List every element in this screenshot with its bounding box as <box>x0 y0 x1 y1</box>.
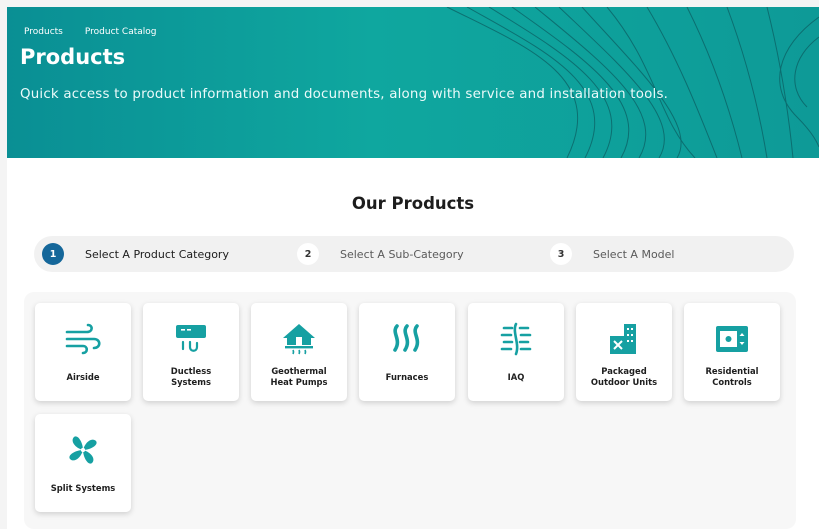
packaged-unit-icon <box>604 321 644 357</box>
category-card-geothermal-heat-pumps[interactable]: Geothermal Heat Pumps <box>251 303 347 401</box>
category-label: Airside <box>66 371 100 382</box>
heat-waves-icon <box>387 321 427 357</box>
section-title: Our Products <box>351 194 475 213</box>
step-3[interactable]: 3 Select A Model <box>550 236 674 272</box>
wind-icon <box>63 321 103 357</box>
breadcrumb-products[interactable]: Products <box>24 27 63 37</box>
page-title: Products <box>20 45 126 69</box>
step-2[interactable]: 2 Select A Sub-Category <box>297 236 464 272</box>
category-card-residential-controls[interactable]: Residential Controls <box>684 303 780 401</box>
category-label: Furnaces <box>385 371 429 382</box>
ductless-unit-icon <box>171 321 211 357</box>
step-number: 3 <box>550 243 572 265</box>
hero-banner: Products Product Catalog Products Quick … <box>7 7 819 158</box>
fan-icon <box>63 432 103 468</box>
page-subtitle: Quick access to product information and … <box>20 87 669 102</box>
category-label: IAQ <box>507 371 525 382</box>
step-label: Select A Product Category <box>85 247 229 261</box>
category-card-iaq[interactable]: IAQ <box>468 303 564 401</box>
step-label: Select A Model <box>593 247 675 261</box>
category-card-airside[interactable]: Airside <box>35 303 131 401</box>
category-label: Geothermal Heat Pumps <box>270 366 328 387</box>
category-label: Packaged Outdoor Units <box>590 366 658 387</box>
category-card-ductless-systems[interactable]: Ductless Systems <box>143 303 239 401</box>
step-label: Select A Sub-Category <box>340 247 464 261</box>
category-label: Ductless Systems <box>170 366 212 387</box>
category-card-packaged-outdoor-units[interactable]: Packaged Outdoor Units <box>576 303 672 401</box>
category-label: Split Systems <box>50 482 116 493</box>
step-number: 1 <box>42 243 64 265</box>
breadcrumb-product-catalog[interactable]: Product Catalog <box>85 27 157 37</box>
thermostat-icon <box>712 321 752 357</box>
category-label: Residential Controls <box>705 366 759 387</box>
breadcrumb: Products Product Catalog <box>24 27 156 37</box>
step-number: 2 <box>297 243 319 265</box>
page: Products Product Catalog Products Quick … <box>7 7 819 529</box>
category-card-split-systems[interactable]: Split Systems <box>35 414 131 512</box>
category-stepper: 1 Select A Product Category 2 Select A S… <box>34 236 794 272</box>
air-quality-icon <box>496 321 536 357</box>
geothermal-house-icon <box>279 321 319 357</box>
step-1[interactable]: 1 Select A Product Category <box>42 236 229 272</box>
category-card-furnaces[interactable]: Furnaces <box>359 303 455 401</box>
